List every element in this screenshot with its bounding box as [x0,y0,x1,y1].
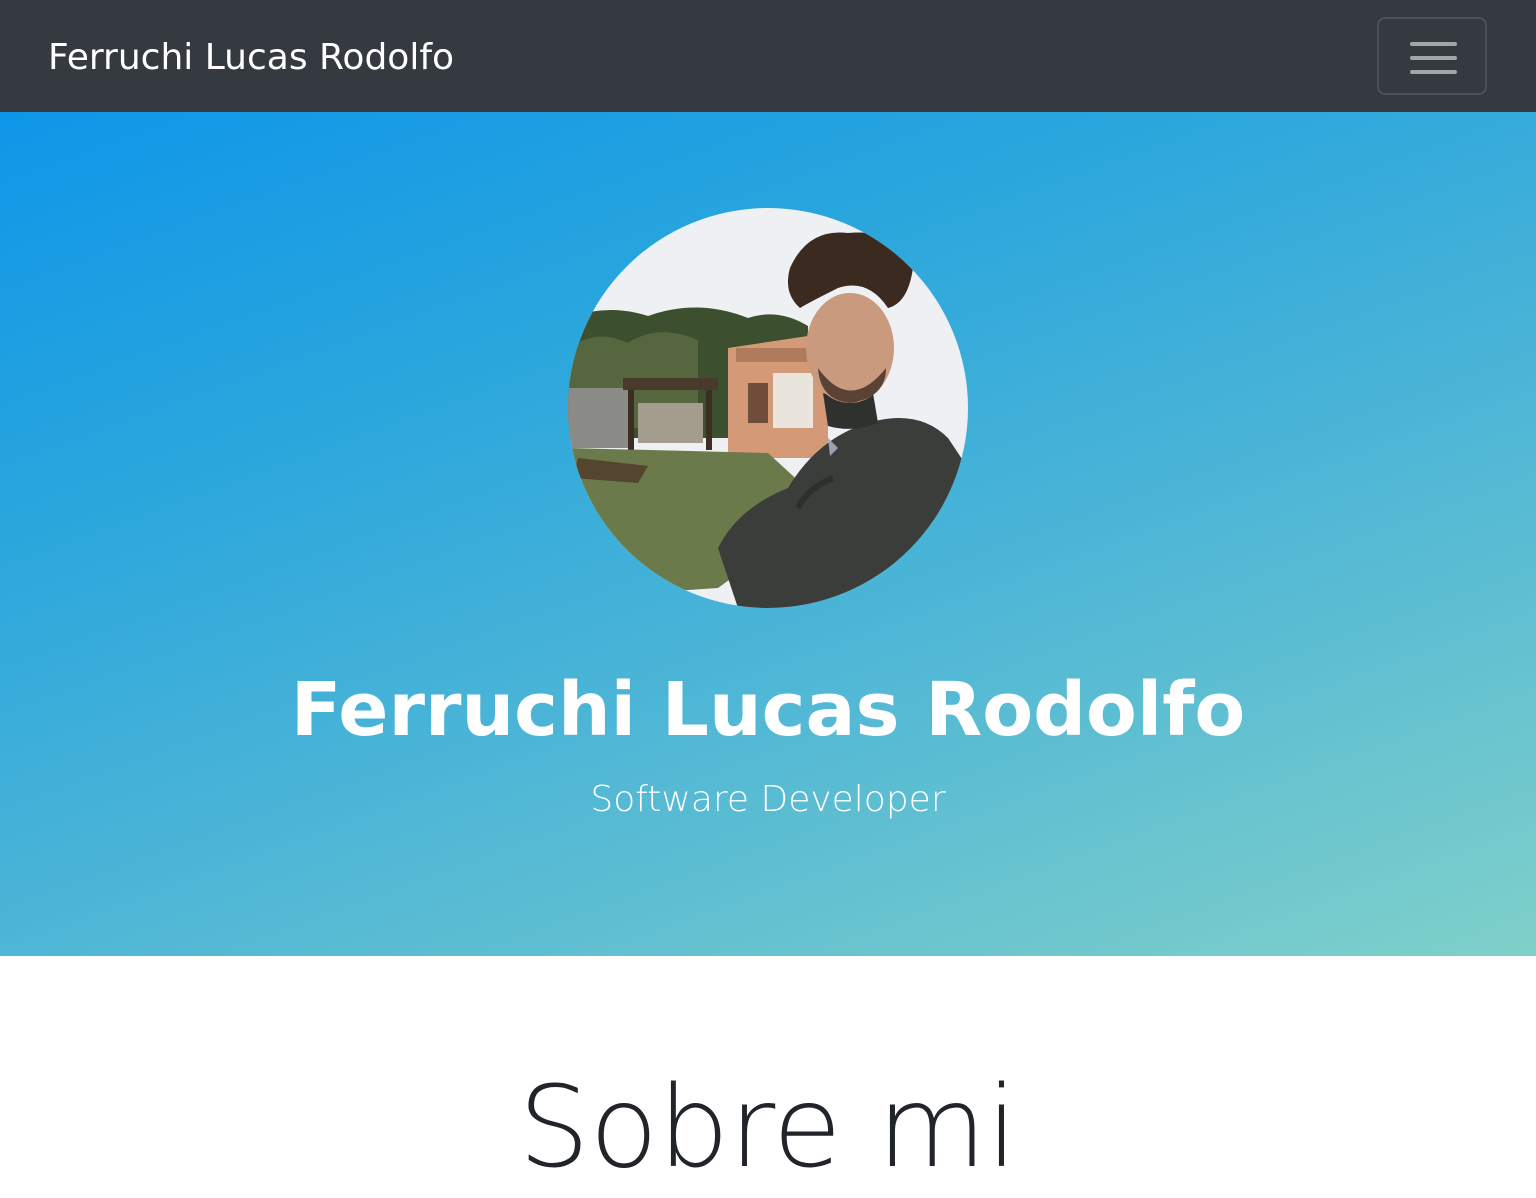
hero-name: Ferruchi Lucas Rodolfo [290,667,1246,753]
masthead: Ferruchi Lucas Rodolfo Software Develope… [0,112,1536,956]
profile-photo [568,208,968,608]
navbar-toggler-button[interactable] [1377,17,1487,95]
hero-subtitle: Software Developer [590,779,946,820]
about-section-title: Sobre mi [518,1063,1018,1193]
hamburger-menu-icon [1410,40,1457,76]
navbar: Ferruchi Lucas Rodolfo [0,0,1536,112]
profile-avatar [568,208,968,608]
navbar-brand[interactable]: Ferruchi Lucas Rodolfo [48,32,454,84]
